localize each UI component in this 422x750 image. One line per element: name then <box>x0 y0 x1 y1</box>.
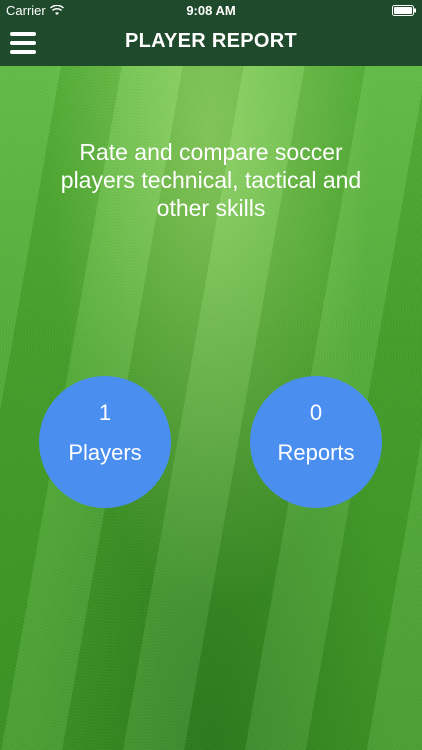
grass-background: Rate and compare soccer players technica… <box>0 66 422 750</box>
status-time: 9:08 AM <box>186 3 236 18</box>
players-label: Players <box>68 440 142 465</box>
status-bar: Carrier 9:08 AM <box>0 0 422 22</box>
reports-button[interactable]: 0 Reports <box>250 376 382 508</box>
battery-icon <box>392 5 416 16</box>
reports-count: 0 <box>309 400 323 425</box>
header: Carrier 9:08 AM PLAYER REPORT <box>0 0 422 66</box>
app-screen: Carrier 9:08 AM PLAYER REPORT Rate and c… <box>0 0 422 750</box>
app-tagline: Rate and compare soccer players technica… <box>60 139 362 221</box>
players-count: 1 <box>98 400 112 425</box>
page-title: PLAYER REPORT <box>124 30 298 52</box>
players-button[interactable]: 1 Players <box>39 376 171 508</box>
reports-label: Reports <box>277 440 355 465</box>
nav-bar: PLAYER REPORT <box>0 22 422 66</box>
